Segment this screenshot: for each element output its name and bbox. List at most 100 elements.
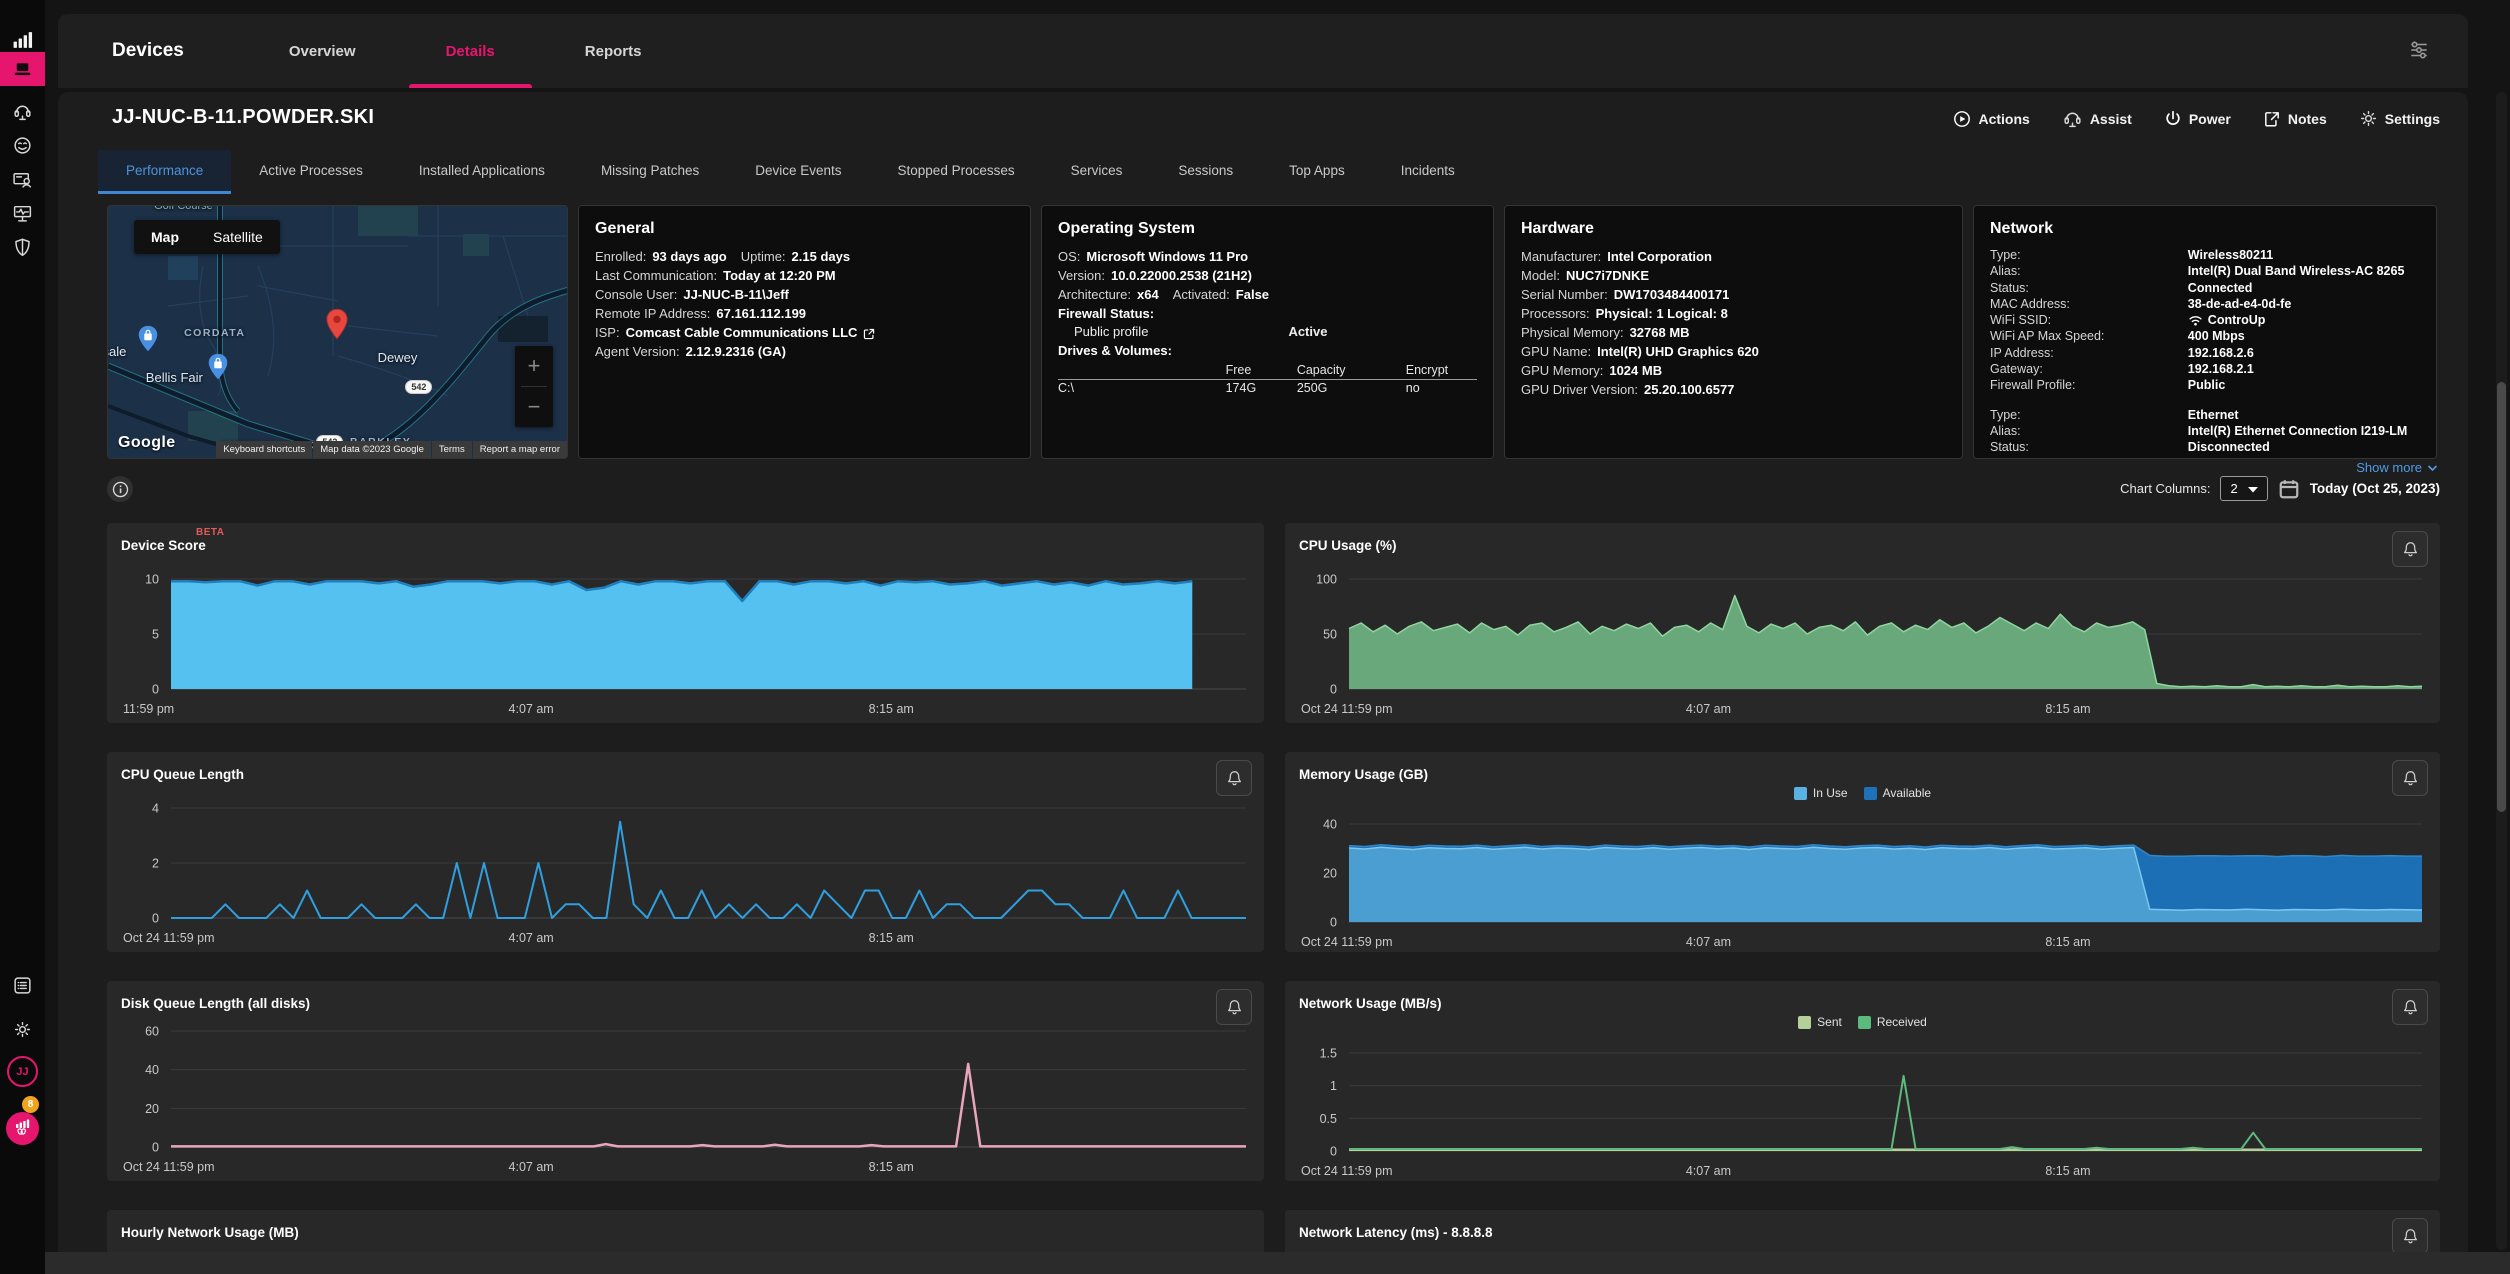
subtab-performance[interactable]: Performance bbox=[98, 150, 231, 194]
network-row: MAC Address:38-de-ad-e4-0d-fe bbox=[1990, 296, 2420, 312]
drives-col-header: Encrypt bbox=[1406, 362, 1477, 379]
subtab-sessions[interactable]: Sessions bbox=[1150, 150, 1261, 194]
sidebar-item-analytics[interactable] bbox=[0, 22, 45, 56]
sidebar-item-assist[interactable] bbox=[0, 94, 45, 128]
map-attribution-link[interactable]: Map data ©2023 Google bbox=[313, 441, 431, 458]
external-link-icon[interactable] bbox=[862, 327, 876, 341]
network-row: Status:Disconnected bbox=[1990, 439, 2420, 455]
subtab-incidents[interactable]: Incidents bbox=[1373, 150, 1483, 194]
map-attribution-link[interactable]: Report a map error bbox=[473, 441, 567, 458]
drives-cell: C:\ bbox=[1058, 380, 1226, 397]
field-value: 1024 MB bbox=[1609, 363, 1662, 378]
subtab-services[interactable]: Services bbox=[1043, 150, 1151, 194]
sidebar-item-settings[interactable] bbox=[0, 1012, 45, 1046]
zoom-in-button[interactable]: + bbox=[515, 346, 553, 386]
chart-plot: 105011:59 pm4:07 am8:15 am bbox=[107, 523, 1264, 723]
field-value: Intel Corporation bbox=[1607, 249, 1712, 264]
tab-reports[interactable]: Reports bbox=[540, 14, 687, 88]
field-label: Console User: bbox=[595, 287, 677, 302]
user-avatar[interactable]: JJ bbox=[7, 1056, 38, 1087]
actions-button[interactable]: Actions bbox=[1953, 108, 2029, 129]
svg-text:8:15 am: 8:15 am bbox=[869, 1160, 914, 1174]
subtab-top-apps[interactable]: Top Apps bbox=[1261, 150, 1373, 194]
show-more-link[interactable]: Show more bbox=[2356, 460, 2438, 475]
info-row: Console User:JJ-NUC-B-11\Jeff bbox=[595, 285, 1014, 304]
zoom-out-button[interactable]: − bbox=[515, 387, 553, 427]
map-type-map-button[interactable]: Map bbox=[134, 220, 196, 254]
svg-text:0: 0 bbox=[152, 1141, 159, 1155]
field-label: Status: bbox=[1990, 439, 2188, 455]
calendar-icon[interactable] bbox=[2278, 478, 2300, 500]
notes-button[interactable]: Notes bbox=[2263, 108, 2327, 129]
sidebar-item-monitoring[interactable] bbox=[0, 196, 45, 230]
sliders-icon[interactable] bbox=[2408, 39, 2430, 66]
network-row: WiFi AP Max Speed:400 Mbps bbox=[1990, 328, 2420, 344]
drives-cell: no bbox=[1406, 380, 1477, 397]
field-value: 192.168.2.6 bbox=[2188, 345, 2254, 361]
map-type-buttons: MapSatellite bbox=[134, 220, 280, 254]
svg-text:2: 2 bbox=[152, 857, 159, 871]
sidebar-item-security[interactable] bbox=[0, 230, 45, 264]
settings-button[interactable]: Settings bbox=[2359, 108, 2440, 129]
map-attribution-link[interactable]: Terms bbox=[432, 441, 472, 458]
main-content: Devices OverviewDetailsReports JJ-NUC-B-… bbox=[45, 0, 2510, 1274]
sidebar-item-accounts[interactable] bbox=[0, 162, 45, 196]
gear-icon bbox=[2359, 109, 2378, 128]
svg-text:0: 0 bbox=[1330, 916, 1337, 930]
svg-text:40: 40 bbox=[1323, 818, 1337, 832]
info-row: Version:10.0.22000.2538 (21H2) bbox=[1058, 266, 1477, 285]
sidebar-item-experience[interactable] bbox=[0, 128, 45, 162]
chart-columns-select[interactable]: 2 bbox=[2220, 476, 2267, 501]
subtab-missing-patches[interactable]: Missing Patches bbox=[573, 150, 727, 194]
svg-text:4: 4 bbox=[152, 802, 159, 816]
info-row: GPU Memory: 1024 MB bbox=[1521, 361, 1946, 380]
assist-button[interactable]: Assist bbox=[2062, 108, 2132, 129]
card-title: General bbox=[595, 220, 1014, 238]
info-row: ISP:Comcast Cable Communications LLC bbox=[595, 323, 1014, 342]
network-row: Type:Wireless80211 bbox=[1990, 247, 2420, 263]
location-map[interactable]: Golf CourseCORDATAsaleBellis FairDeweyBA… bbox=[107, 205, 568, 459]
info-cards-row: Golf CourseCORDATAsaleBellis FairDeweyBA… bbox=[107, 205, 2437, 459]
map-type-satellite-button[interactable]: Satellite bbox=[196, 220, 280, 254]
svg-text:11:59 pm: 11:59 pm bbox=[123, 702, 174, 716]
gear-icon bbox=[13, 1020, 32, 1039]
field-label: IP Address: bbox=[1990, 345, 2188, 361]
shopping-place-marker-icon[interactable] bbox=[137, 325, 159, 357]
subtab-stopped-processes[interactable]: Stopped Processes bbox=[870, 150, 1043, 194]
svg-text:4:07 am: 4:07 am bbox=[1686, 1164, 1731, 1178]
svg-text:8:15 am: 8:15 am bbox=[869, 931, 914, 945]
horizontal-scrollbar[interactable] bbox=[45, 1252, 2510, 1274]
map-attribution-link[interactable]: Keyboard shortcuts bbox=[216, 441, 312, 458]
power-button[interactable]: Power bbox=[2164, 108, 2231, 129]
note-icon bbox=[2263, 110, 2281, 128]
date-range-label[interactable]: Today (Oct 25, 2023) bbox=[2310, 481, 2440, 496]
device-name: JJ-NUC-B-11.POWDER.SKI bbox=[112, 106, 374, 129]
field-value: Comcast Cable Communications LLC bbox=[626, 325, 858, 340]
device-location-pin-icon[interactable] bbox=[325, 308, 349, 345]
field-label: Agent Version: bbox=[595, 344, 680, 359]
subtab-installed-applications[interactable]: Installed Applications bbox=[391, 150, 573, 194]
sidebar-item-docs[interactable] bbox=[0, 968, 45, 1002]
subtab-device-events[interactable]: Device Events bbox=[727, 150, 869, 194]
google-logo[interactable]: Google bbox=[118, 434, 176, 452]
info-row: Architecture:x64Activated:False bbox=[1058, 285, 1477, 304]
action-label: Actions bbox=[1978, 111, 2029, 127]
field-label: GPU Memory: bbox=[1521, 363, 1603, 378]
tab-overview[interactable]: Overview bbox=[244, 14, 401, 88]
field-label: Manufacturer: bbox=[1521, 249, 1601, 264]
svg-text:4:07 am: 4:07 am bbox=[1686, 935, 1731, 949]
subtab-active-processes[interactable]: Active Processes bbox=[231, 150, 391, 194]
app-logo[interactable] bbox=[6, 1112, 39, 1145]
tab-details[interactable]: Details bbox=[401, 14, 540, 88]
sidebar-item-devices[interactable] bbox=[0, 52, 45, 86]
svg-text:8:15 am: 8:15 am bbox=[869, 702, 914, 716]
alert-bell-button[interactable] bbox=[2392, 1218, 2428, 1254]
field-value: NUC7i7DNKE bbox=[1566, 268, 1649, 283]
svg-text:20: 20 bbox=[145, 1102, 159, 1116]
shopping-place-marker-icon[interactable] bbox=[207, 353, 229, 385]
bell-icon bbox=[2402, 1228, 2419, 1245]
power-icon bbox=[2164, 110, 2182, 128]
card-title: Network bbox=[1990, 220, 2420, 238]
info-icon[interactable] bbox=[107, 476, 133, 502]
vertical-scrollbar-thumb[interactable] bbox=[2497, 382, 2506, 812]
